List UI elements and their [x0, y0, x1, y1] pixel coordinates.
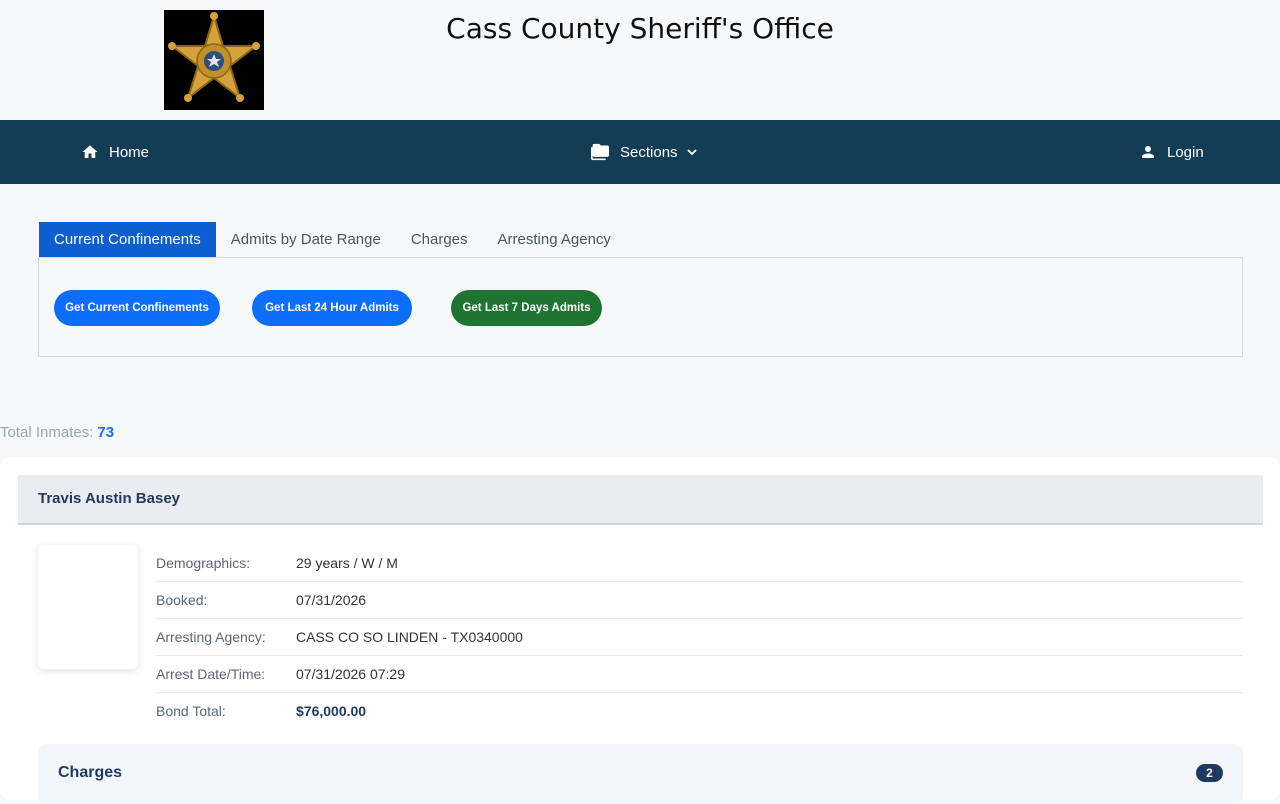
- get-last-7-days-admits-button[interactable]: Get Last 7 Days Admits: [451, 290, 602, 326]
- site-header: Cass County Sheriff's Office: [0, 0, 1280, 120]
- inmate-name: Travis Austin Basey: [38, 490, 181, 507]
- bond-total-value: $76,000.00: [296, 703, 367, 719]
- detail-label: Arrest Date/Time:: [156, 666, 266, 682]
- site-title: Cass County Sheriff's Office: [446, 12, 834, 45]
- nav-home-label: Home: [109, 143, 150, 161]
- tab-charges[interactable]: Charges: [396, 222, 483, 257]
- tab-bar: Current Confinements Admits by Date Rang…: [39, 222, 626, 257]
- detail-row-arrest-date-time: Arrest Date/Time: 07/31/2026 07:29: [156, 656, 1243, 693]
- detail-value: 07/31/2026 07:29: [296, 666, 405, 682]
- home-icon: [81, 143, 99, 161]
- tab-current-confinements[interactable]: Current Confinements: [39, 222, 216, 257]
- detail-row-demographics: Demographics: 29 years / W / M: [156, 545, 1243, 582]
- charges-title: Charges: [58, 764, 123, 781]
- detail-row-booked: Booked: 07/31/2026: [156, 582, 1243, 619]
- inmate-card-header: Travis Austin Basey: [18, 475, 1263, 525]
- user-icon: [1139, 143, 1157, 161]
- main-navbar: Home Sections Login: [0, 120, 1280, 184]
- detail-value: 29 years / W / M: [296, 555, 398, 571]
- charges-count-badge: 2: [1196, 764, 1223, 782]
- detail-label: Arresting Agency:: [156, 629, 266, 645]
- nav-login-label: Login: [1167, 143, 1204, 161]
- inmate-details: Demographics: 29 years / W / M Booked: 0…: [156, 545, 1243, 729]
- folder-icon: [590, 143, 610, 161]
- nav-home-link[interactable]: Home: [81, 120, 149, 184]
- total-inmates: Total Inmates: 73: [0, 424, 114, 441]
- get-current-confinements-button[interactable]: Get Current Confinements: [54, 290, 220, 326]
- detail-label: Booked:: [156, 592, 208, 608]
- tab-panel: Get Current Confinements Get Last 24 Hou…: [38, 257, 1243, 357]
- nav-sections-dropdown[interactable]: Sections: [590, 120, 698, 184]
- inmate-photo: [38, 545, 138, 669]
- chevron-down-icon: [686, 146, 698, 158]
- tab-arresting-agency[interactable]: Arresting Agency: [483, 222, 626, 257]
- detail-label: Bond Total:: [156, 703, 226, 719]
- nav-login-link[interactable]: Login: [1139, 120, 1204, 184]
- inmate-card: Travis Austin Basey Demographics: 29 yea…: [0, 457, 1280, 804]
- detail-value: CASS CO SO LINDEN - TX0340000: [296, 629, 523, 645]
- nav-sections-label: Sections: [620, 143, 678, 161]
- charges-accordion[interactable]: Charges 2: [38, 744, 1243, 804]
- tab-admits-by-date-range[interactable]: Admits by Date Range: [216, 222, 396, 257]
- detail-label: Demographics:: [156, 555, 251, 571]
- get-last-24-hour-admits-button[interactable]: Get Last 24 Hour Admits: [252, 290, 412, 326]
- detail-value: 07/31/2026: [296, 592, 367, 608]
- detail-row-bond-total: Bond Total: $76,000.00: [156, 693, 1243, 729]
- detail-row-arresting-agency: Arresting Agency: CASS CO SO LINDEN - TX…: [156, 619, 1243, 656]
- total-inmates-label: Total Inmates:: [0, 424, 94, 441]
- total-inmates-count: 73: [97, 424, 115, 441]
